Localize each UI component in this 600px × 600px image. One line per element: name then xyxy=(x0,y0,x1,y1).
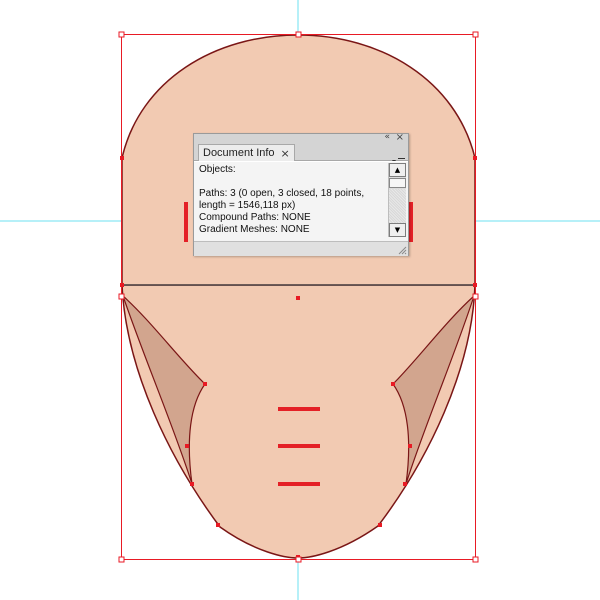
anchor-point[interactable] xyxy=(185,444,189,448)
center-mark-1 xyxy=(278,407,320,411)
resize-handle-top-middle[interactable] xyxy=(295,31,302,38)
collapse-panel-icon[interactable]: « xyxy=(384,132,390,142)
info-line-blank xyxy=(199,176,379,188)
scroll-track[interactable] xyxy=(389,189,406,223)
anchor-point[interactable] xyxy=(216,523,220,527)
info-text-list: Objects: Paths: 3 (0 open, 3 closed, 18 … xyxy=(199,164,379,236)
left-side-mark xyxy=(184,202,188,242)
document-info-panel: « × Document Info × Objects: Paths: 3 (0… xyxy=(193,132,409,256)
info-line-gradient-meshes: Gradient Meshes: NONE xyxy=(199,224,310,235)
resize-handle-middle-left[interactable] xyxy=(118,293,125,300)
resize-handle-top-right[interactable] xyxy=(472,31,479,38)
artboard-canvas xyxy=(0,0,600,600)
scroll-thumb[interactable] xyxy=(389,178,406,188)
resize-handle-bottom-left[interactable] xyxy=(118,556,125,563)
center-mark-3 xyxy=(278,482,320,486)
panel-footer xyxy=(194,241,408,256)
scroll-up-arrow-icon: ▲ xyxy=(394,166,401,174)
info-line-objects: Objects: xyxy=(199,164,236,175)
panel-tab-strip: Document Info × xyxy=(194,144,408,165)
anchor-point[interactable] xyxy=(403,482,407,486)
scroll-down-button[interactable]: ▼ xyxy=(389,223,406,237)
info-line-compound-paths: Compound Paths: NONE xyxy=(199,212,311,223)
scroll-down-arrow-icon: ▼ xyxy=(394,226,401,234)
tab-document-info[interactable]: Document Info × xyxy=(198,144,295,161)
resize-handle-bottom-middle[interactable] xyxy=(295,556,302,563)
scroll-up-button[interactable]: ▲ xyxy=(389,163,406,177)
document-info-content: Objects: Paths: 3 (0 open, 3 closed, 18 … xyxy=(194,161,408,242)
anchor-point[interactable] xyxy=(391,382,395,386)
anchor-point[interactable] xyxy=(378,523,382,527)
resize-handle-bottom-right[interactable] xyxy=(472,556,479,563)
info-line-paths: Paths: 3 (0 open, 3 closed, 18 points, xyxy=(199,188,365,199)
center-mark-2 xyxy=(278,444,320,448)
resize-grip-icon[interactable] xyxy=(398,246,407,255)
close-panel-icon[interactable]: × xyxy=(396,132,404,143)
resize-handle-middle-right[interactable] xyxy=(472,293,479,300)
anchor-point[interactable] xyxy=(408,444,412,448)
panel-title-bar[interactable]: « × xyxy=(194,132,408,144)
anchor-point[interactable] xyxy=(190,482,194,486)
anchor-point[interactable] xyxy=(296,296,300,300)
panel-scrollbar[interactable]: ▲ ▼ xyxy=(388,163,406,237)
info-line-length: length = 1546,118 px) xyxy=(199,200,296,211)
anchor-point[interactable] xyxy=(203,382,207,386)
resize-handle-top-left[interactable] xyxy=(118,31,125,38)
tab-close-icon[interactable]: × xyxy=(281,146,290,161)
tab-label: Document Info xyxy=(203,146,275,159)
right-side-mark xyxy=(409,202,413,242)
